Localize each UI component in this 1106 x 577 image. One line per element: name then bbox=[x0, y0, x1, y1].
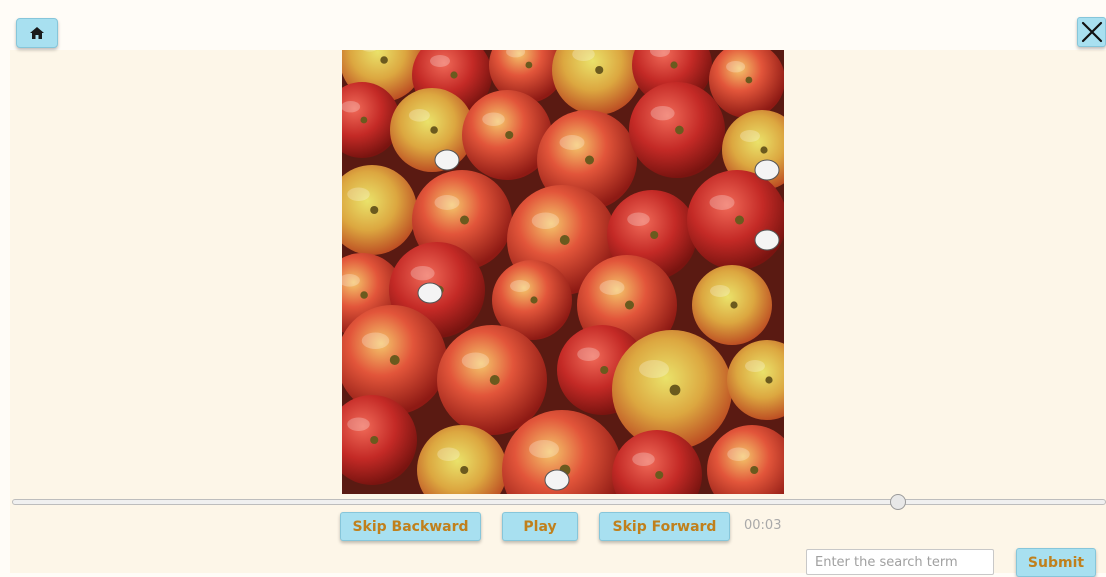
skip-forward-button[interactable]: Skip Forward bbox=[599, 512, 730, 541]
skip-backward-button[interactable]: Skip Backward bbox=[340, 512, 481, 541]
close-button[interactable] bbox=[1077, 17, 1106, 47]
playback-time: 00:03 bbox=[744, 518, 782, 533]
close-icon bbox=[1081, 21, 1102, 43]
timeline-slider[interactable] bbox=[12, 499, 1106, 505]
top-bar bbox=[0, 0, 1106, 50]
timeline-slider-thumb[interactable] bbox=[890, 494, 907, 510]
home-button[interactable] bbox=[16, 18, 58, 48]
home-icon bbox=[30, 27, 44, 39]
search-input[interactable] bbox=[806, 549, 994, 575]
apples-photo bbox=[342, 50, 784, 494]
play-button[interactable]: Play bbox=[502, 512, 578, 541]
